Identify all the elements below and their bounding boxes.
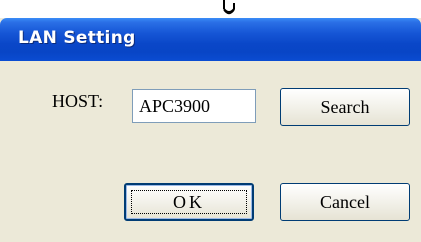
dialog-title: LAN Setting (18, 28, 136, 48)
host-label: HOST: (52, 91, 104, 111)
dialog-body: HOST: Search OK Cancel (4, 61, 417, 242)
ok-button[interactable]: OK (124, 183, 254, 221)
cancel-button-label: Cancel (320, 191, 370, 212)
screen-background (0, 0, 421, 18)
cancel-button[interactable]: Cancel (280, 183, 410, 221)
ok-button-label: OK (173, 191, 205, 212)
search-button-label: Search (320, 96, 370, 117)
lan-setting-dialog: LAN Setting HOST: Search OK Cancel (0, 18, 421, 242)
search-button[interactable]: Search (280, 88, 410, 126)
title-bar[interactable]: LAN Setting (0, 18, 421, 61)
host-input[interactable] (132, 89, 256, 123)
mouse-cursor-icon (221, 0, 237, 18)
